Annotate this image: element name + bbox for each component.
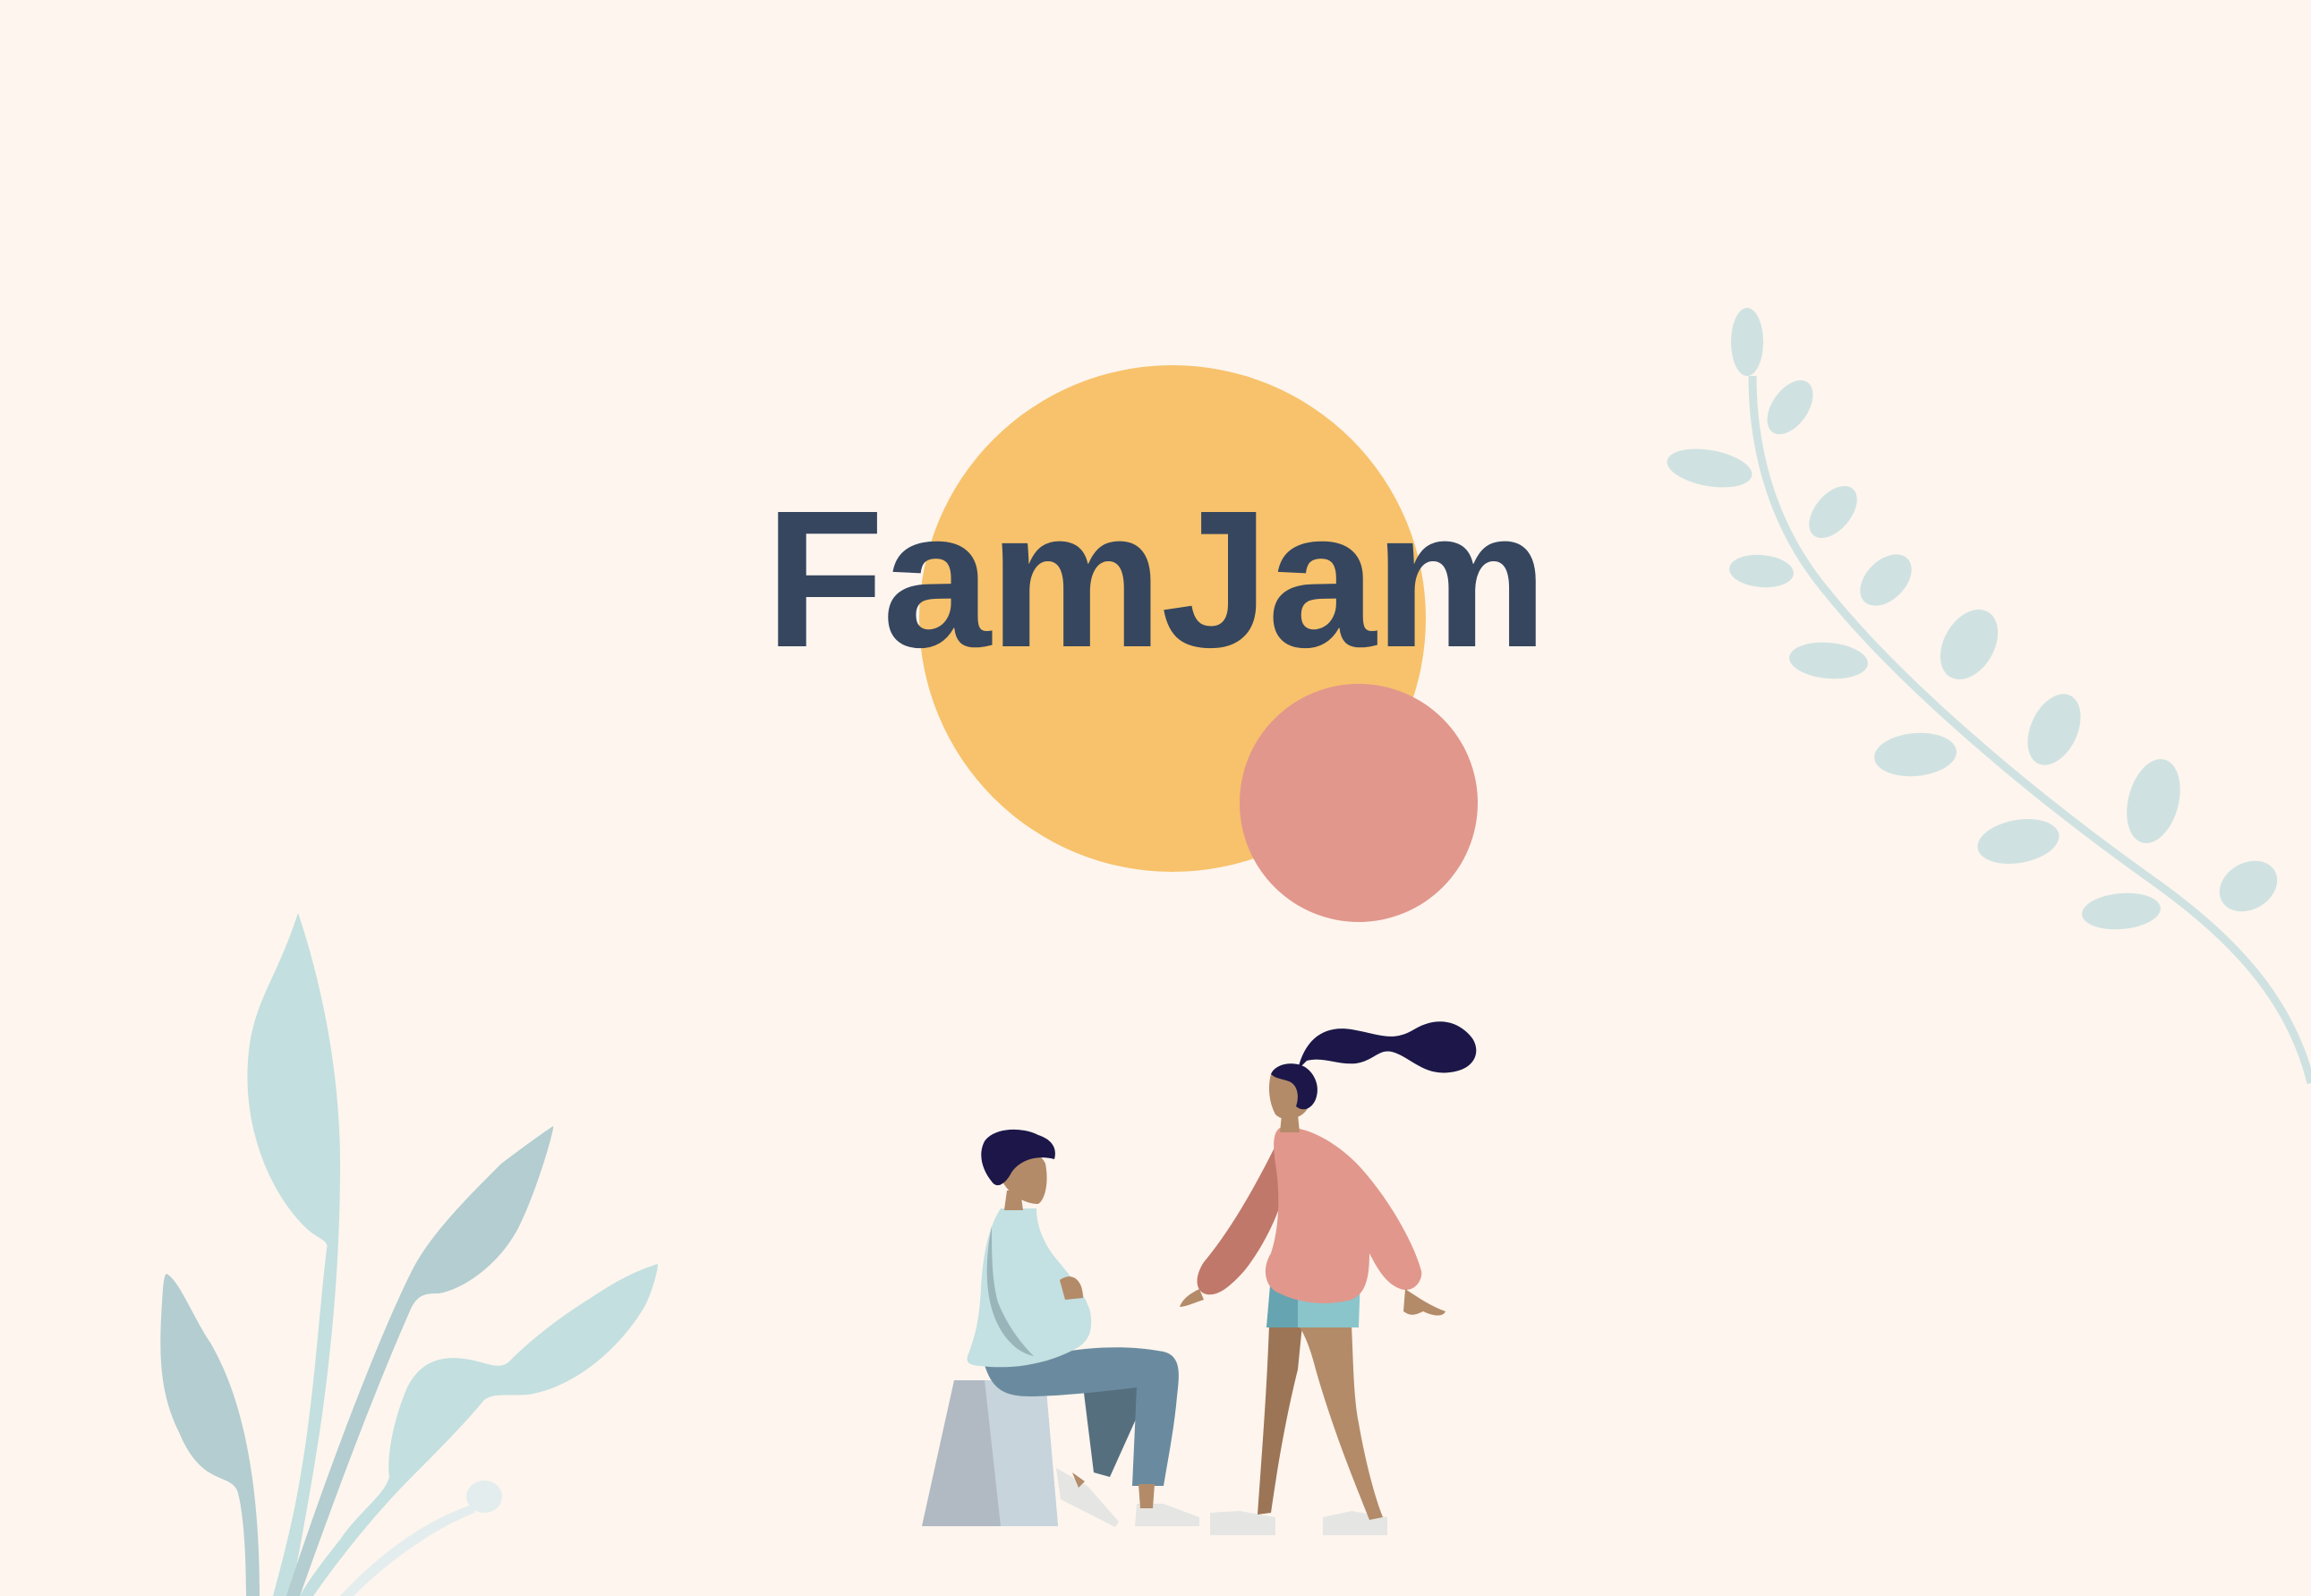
illustration-scene [160,308,2311,1596]
standing-person-illustration [1180,1021,1477,1535]
sitting-person-illustration [922,1129,1199,1527]
right-branch-illustration [1667,308,2311,1085]
left-plant-illustration [160,913,658,1596]
app-title: FamJam [764,471,1548,688]
pink-circle [1240,684,1478,922]
